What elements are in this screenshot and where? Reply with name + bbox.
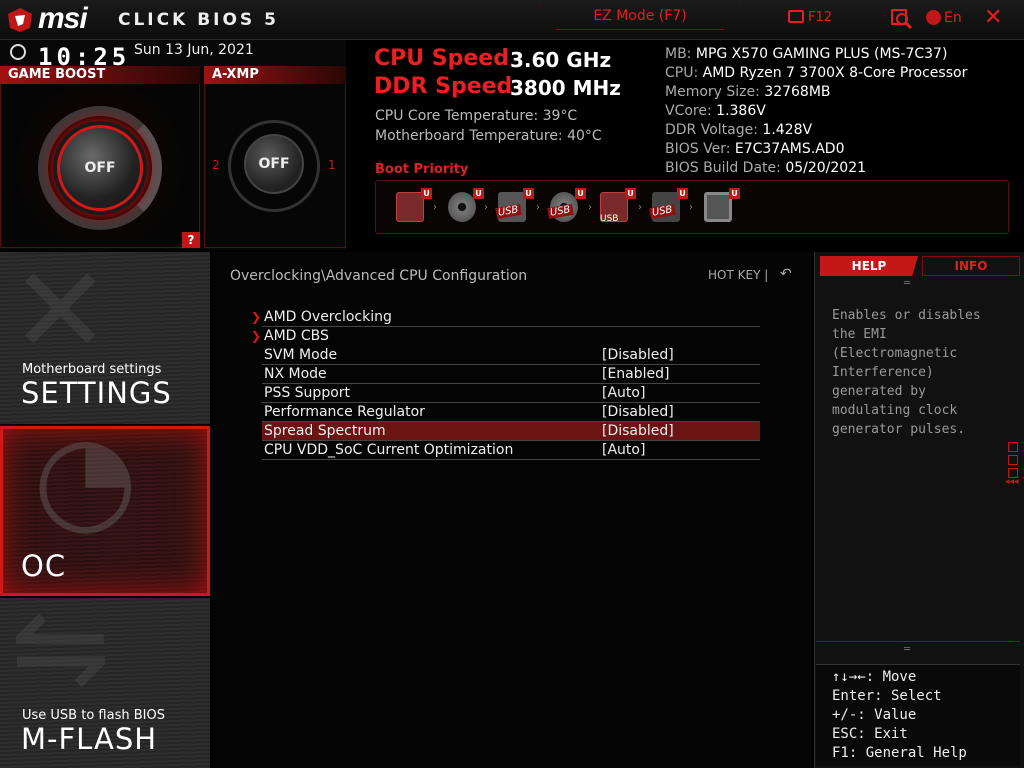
nav-settings-title: SETTINGS: [21, 376, 172, 410]
sysinfo-vcore: VCore: 1.386V: [665, 103, 766, 119]
nav-settings[interactable]: ✕ Motherboard settings SETTINGS: [0, 252, 210, 424]
menu-row-nx-mode[interactable]: NX Mode [Enabled]: [262, 365, 760, 384]
cpu-temperature: CPU Core Temperature: 39°C: [375, 108, 578, 124]
menu-row-spread-spectrum[interactable]: Spread Spectrum [Disabled]: [262, 422, 760, 441]
boot-device-usb-key[interactable]: USB U: [600, 188, 636, 226]
menu-row-cpu-vdd-soc[interactable]: CPU VDD_SoC Current Optimization [Auto]: [262, 441, 760, 460]
boot-device-usb-optical[interactable]: USB U: [547, 188, 586, 226]
chevron-right-icon: ›: [433, 202, 437, 213]
tab-help[interactable]: HELP: [820, 256, 918, 276]
chevron-right-icon: ›: [689, 202, 693, 213]
chevron-right-icon: ›: [588, 202, 592, 213]
boot-device-usb-floppy[interactable]: USB U: [649, 188, 688, 226]
boot-priority-label: Boot Priority: [375, 162, 469, 177]
setting-value: [Disabled]: [602, 347, 674, 363]
sysinfo-ddr-voltage: DDR Voltage: 1.428V: [665, 122, 813, 138]
search-icon[interactable]: [891, 9, 913, 29]
nav-oc[interactable]: ◔ OC: [0, 426, 210, 596]
chevron-right-icon: ›: [638, 202, 642, 213]
key-legend: ↑↓→←: Move Enter: Select +/-: Value ESC:…: [832, 669, 967, 761]
boot-device-usb-hdd[interactable]: USB U: [495, 188, 534, 226]
axmp-profile-2-mark: 2: [212, 158, 220, 172]
breadcrumb: Overclocking\Advanced CPU Configuration: [230, 268, 528, 284]
camera-icon: [788, 10, 804, 23]
ddr-speed-label: DDR Speed: [374, 74, 513, 99]
sysinfo-mb: MB: MPG X570 GAMING PLUS (MS-7C37): [665, 46, 948, 62]
setting-value: [Disabled]: [602, 423, 674, 439]
menu-row-svm-mode[interactable]: SVM Mode [Disabled]: [262, 346, 760, 365]
setting-value: [Enabled]: [602, 366, 670, 382]
game-boost-label: GAME BOOST: [0, 66, 200, 84]
hdd-icon: [396, 192, 424, 222]
scroll-grip-icon[interactable]: ═: [904, 278, 910, 289]
menu-row-pss-support[interactable]: PSS Support [Auto]: [262, 384, 760, 403]
close-button[interactable]: ✕: [984, 6, 1002, 30]
boot-device-network[interactable]: U: [704, 188, 740, 226]
nav-settings-subtitle: Motherboard settings: [22, 362, 162, 377]
help-text: Enables or disables the EMI (Electromagn…: [832, 308, 981, 437]
sysinfo-bios-ver: BIOS Ver: E7C37AMS.AD0: [665, 141, 845, 157]
chevron-right-icon: ›: [484, 202, 488, 213]
brand-logo: msi: [38, 2, 88, 35]
boot-device-optical[interactable]: U: [448, 188, 484, 226]
menu-row-amd-overclocking[interactable]: AMD Overclocking: [262, 308, 760, 327]
globe-icon: [926, 10, 941, 25]
sysinfo-cpu: CPU: AMD Ryzen 7 3700X 8-Core Processor: [665, 65, 968, 81]
side-scroll-indicator[interactable]: [1008, 442, 1020, 481]
axmp-label: A-XMP: [204, 66, 346, 84]
back-icon[interactable]: ↶: [780, 266, 792, 282]
chevron-right-icon: ❯: [251, 310, 262, 324]
clock-icon: [10, 44, 26, 60]
collapse-arrows-icon[interactable]: ◂◂◂: [1005, 477, 1019, 487]
language-button[interactable]: En: [926, 10, 962, 26]
setting-value: [Disabled]: [602, 404, 674, 420]
cpu-speed-value: 3.60 GHz: [510, 48, 612, 72]
gauge-icon: ◔: [33, 426, 138, 548]
cpu-speed-label: CPU Speed: [374, 46, 509, 71]
setting-value: [Auto]: [602, 442, 646, 458]
usb-icon: ⇋: [10, 598, 111, 717]
ddr-speed-value: 3800 MHz: [510, 76, 621, 100]
axmp-profile-1-mark: 1: [328, 158, 336, 172]
screenshot-button[interactable]: F12: [788, 10, 832, 25]
tab-info[interactable]: INFO: [922, 256, 1020, 276]
menu-row-performance-regulator[interactable]: Performance Regulator [Disabled]: [262, 403, 760, 422]
nav-oc-title: OC: [21, 549, 67, 583]
nav-mflash-title: M-FLASH: [21, 722, 158, 756]
ez-mode-button[interactable]: EZ Mode (F7): [540, 6, 740, 30]
chevron-right-icon: ❯: [251, 329, 262, 343]
menu-row-amd-cbs[interactable]: AMD CBS: [262, 327, 760, 346]
game-boost-knob[interactable]: OFF: [57, 125, 143, 211]
scroll-grip-icon[interactable]: ═: [904, 644, 910, 655]
motherboard-temperature: Motherboard Temperature: 40°C: [375, 128, 602, 144]
nav-mflash[interactable]: ⇋ Use USB to flash BIOS M-FLASH: [0, 598, 210, 768]
axmp-knob[interactable]: OFF: [244, 134, 304, 194]
msi-dragon-logo-icon: [8, 8, 32, 32]
sysinfo-memory: Memory Size: 32768MB: [665, 84, 831, 100]
disc-icon: [448, 192, 476, 222]
boot-device-hdd[interactable]: U: [396, 188, 432, 226]
product-title: CLICK BIOS 5: [118, 10, 279, 30]
help-question-button[interactable]: ?: [182, 232, 200, 248]
nav-mflash-subtitle: Use USB to flash BIOS: [22, 708, 165, 723]
network-icon: [704, 192, 732, 222]
sysinfo-bios-date: BIOS Build Date: 05/20/2021: [665, 160, 867, 176]
chevron-right-icon: ›: [536, 202, 540, 213]
setting-value: [Auto]: [602, 385, 646, 401]
clock-date: Sun 13 Jun, 2021: [134, 42, 254, 58]
hotkey-button[interactable]: HOT KEY |: [708, 268, 768, 282]
